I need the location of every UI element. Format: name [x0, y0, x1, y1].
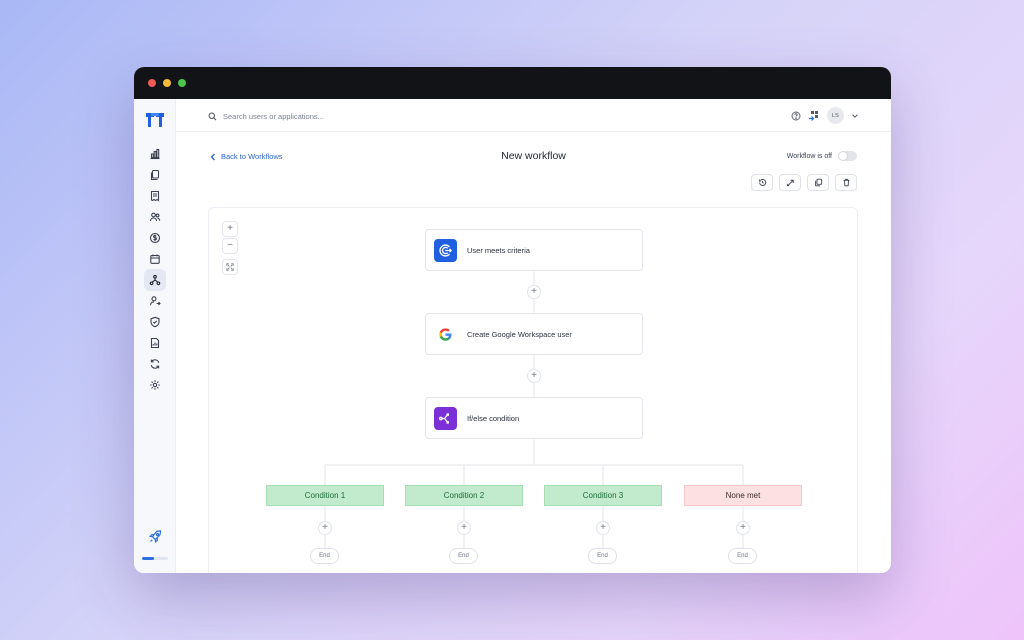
fit-view-button[interactable]	[222, 259, 238, 275]
window-titlebar	[134, 67, 891, 99]
search-icon	[208, 112, 217, 120]
search-bar	[208, 109, 423, 123]
sidebar-item-reports[interactable]	[144, 332, 166, 354]
close-window-button[interactable]	[148, 79, 156, 87]
sidebar-item-applications[interactable]	[144, 164, 166, 186]
documents-icon	[150, 190, 160, 202]
history-button[interactable]	[751, 174, 773, 191]
end-node: End	[310, 548, 339, 564]
sidebar-item-documents[interactable]	[144, 185, 166, 207]
onboarding-progress-bar	[142, 557, 168, 560]
trigger-icon	[439, 243, 453, 257]
topbar: LS	[176, 99, 891, 132]
duplicate-icon	[814, 178, 822, 187]
sidebar	[134, 99, 176, 573]
node-label: User meets criteria	[467, 245, 530, 255]
node-label: If/else condition	[467, 413, 520, 423]
topbar-actions: LS	[791, 107, 859, 124]
workflow-header: Back to Workflows New workflow Workflow …	[176, 132, 891, 192]
sidebar-item-sync[interactable]	[144, 353, 166, 375]
workflow-node-action[interactable]: Create Google Workspace user	[425, 313, 643, 355]
branch-condition-2[interactable]: Condition 2	[405, 485, 523, 506]
zoom-in-button[interactable]: +	[222, 221, 238, 237]
add-step-button[interactable]: +	[527, 285, 541, 299]
maximize-window-button[interactable]	[178, 79, 186, 87]
sidebar-item-settings[interactable]	[144, 374, 166, 396]
calendar-icon	[150, 254, 160, 264]
add-step-button[interactable]: +	[736, 521, 750, 535]
add-step-button[interactable]: +	[527, 369, 541, 383]
sidebar-item-calendar[interactable]	[144, 248, 166, 270]
workflow-toolbar	[751, 174, 857, 191]
workflow-status-label: Workflow is off	[786, 152, 832, 160]
workflow-node-trigger[interactable]: User meets criteria	[425, 229, 643, 271]
search-input[interactable]	[223, 111, 423, 121]
zoom-out-button[interactable]: −	[222, 238, 238, 254]
branch-condition-1[interactable]: Condition 1	[266, 485, 384, 506]
duplicate-button[interactable]	[807, 174, 829, 191]
app: LS Back to Workflows New workflow Workfl…	[134, 99, 891, 573]
delete-icon	[843, 178, 849, 187]
workflow-canvas[interactable]: + − User meets criteria + Create Google …	[208, 207, 858, 573]
workflows-icon	[149, 274, 161, 286]
sidebar-item-user-lifecycle[interactable]	[144, 290, 166, 312]
rocket-icon[interactable]	[147, 529, 163, 545]
app-logo-icon[interactable]	[145, 112, 165, 128]
users-icon	[149, 212, 161, 222]
onboarding-progress-fill	[142, 557, 154, 560]
sidebar-item-dashboard[interactable]	[144, 143, 166, 165]
sidebar-item-workflows[interactable]	[144, 269, 166, 291]
user-avatar[interactable]: LS	[827, 107, 844, 124]
toggle-knob	[839, 152, 847, 160]
workflow-toggle[interactable]	[838, 151, 857, 161]
chevron-down-icon[interactable]	[851, 112, 859, 120]
app-integrations-icon[interactable]	[808, 110, 820, 122]
end-node: End	[588, 548, 617, 564]
end-node: End	[449, 548, 478, 564]
help-icon[interactable]	[791, 111, 801, 121]
user-lifecycle-icon	[149, 296, 161, 306]
page-title: New workflow	[501, 150, 566, 162]
reports-icon	[150, 337, 160, 349]
applications-icon	[150, 169, 160, 181]
share-button[interactable]	[779, 174, 801, 191]
google-icon	[439, 327, 452, 341]
sidebar-item-spend[interactable]	[144, 227, 166, 249]
node-icon-wrap	[434, 322, 457, 346]
spend-icon	[149, 232, 161, 244]
add-step-button[interactable]: +	[318, 521, 332, 535]
branch-icon	[438, 412, 449, 424]
settings-icon	[150, 380, 160, 390]
minimize-window-button[interactable]	[163, 79, 171, 87]
workflow-status: Workflow is off	[787, 151, 857, 161]
security-icon	[150, 316, 160, 328]
sidebar-item-security[interactable]	[144, 311, 166, 333]
node-icon-wrap	[434, 406, 457, 430]
browser-window: LS Back to Workflows New workflow Workfl…	[134, 67, 891, 573]
history-icon	[758, 179, 766, 186]
fit-view-icon	[226, 263, 234, 271]
dashboard-icon	[150, 148, 160, 160]
delete-button[interactable]	[835, 174, 857, 191]
node-label: Create Google Workspace user	[467, 329, 572, 339]
workflow-node-condition[interactable]: If/else condition	[425, 397, 643, 439]
branch-condition-3[interactable]: Condition 3	[544, 485, 662, 506]
add-step-button[interactable]: +	[457, 521, 471, 535]
sync-icon	[150, 359, 160, 369]
sidebar-item-users[interactable]	[144, 206, 166, 228]
share-icon	[786, 179, 794, 187]
end-node: End	[728, 548, 757, 564]
branch-none-met[interactable]: None met	[684, 485, 802, 506]
add-step-button[interactable]: +	[596, 521, 610, 535]
node-icon-wrap	[434, 238, 457, 262]
